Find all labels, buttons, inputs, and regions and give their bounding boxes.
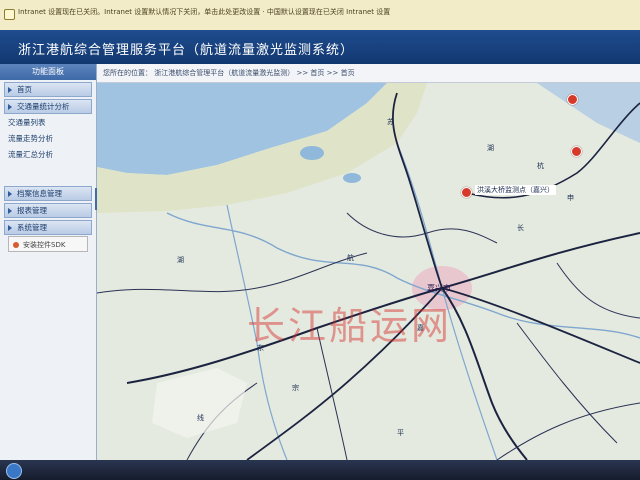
map-label: 平	[397, 429, 404, 437]
monitoring-point-marker[interactable]	[567, 94, 578, 105]
map-label: 航	[347, 254, 354, 262]
taskbar	[0, 460, 640, 480]
sidebar-item-reports[interactable]: 报表管理	[4, 203, 92, 218]
sidebar-item-label: 报表管理	[17, 206, 47, 215]
sidebar-link-summary-analysis[interactable]: 流量汇总分析	[8, 148, 92, 162]
waterway	[441, 287, 528, 460]
waterway	[97, 252, 368, 294]
expand-arrow-icon	[8, 191, 12, 197]
water-area	[537, 83, 640, 143]
map-label: 杭	[537, 162, 544, 170]
breadcrumb: 您所在的位置： 浙江港航综合管理平台（航道流量激光监测） >> 首页 >> 首页	[97, 64, 640, 83]
sidebar-link-traffic-list[interactable]: 交通量列表	[8, 116, 92, 130]
waterway	[516, 322, 618, 444]
map-label: 宗	[292, 384, 299, 392]
sdk-icon	[13, 242, 19, 248]
lake	[300, 146, 324, 160]
map-canvas	[97, 83, 640, 460]
sidebar-item-label: 交通量统计分析	[17, 102, 70, 111]
map-label: 申	[567, 194, 574, 202]
app-header: 浙江港航综合管理服务平台（航道流量激光监测系统）	[0, 30, 640, 64]
city-label: 嘉兴市	[427, 284, 451, 293]
map-label: 湖	[487, 144, 494, 152]
map-label: 湖	[177, 256, 184, 264]
land-patch	[152, 368, 247, 438]
watermark: 长江船运网	[247, 304, 453, 348]
lake	[343, 173, 361, 183]
info-bar-text: Intranet 设置现在已关闭。Intranet 设置默认情况下关闭，单击此处…	[18, 8, 391, 16]
sidebar-item-traffic-stats[interactable]: 交通量统计分析	[4, 99, 92, 114]
expand-arrow-icon	[8, 87, 12, 93]
map-view[interactable]: 洪溪大桥监测点（嘉兴） 嘉兴市 杭 申 嘉 湖 线 苏 东 宗 平 长 航 湖 …	[97, 83, 640, 460]
map-label: 长	[517, 224, 524, 232]
sdk-label: 安装控件SDK	[23, 241, 66, 249]
start-button[interactable]	[6, 463, 22, 479]
sidebar-item-system[interactable]: 系统管理	[4, 220, 92, 235]
map-label: 苏	[387, 118, 394, 126]
info-icon	[4, 9, 15, 20]
app-title: 浙江港航综合管理服务平台（航道流量激光监测系统）	[18, 43, 355, 58]
monitoring-point-marker[interactable]	[571, 146, 582, 157]
sidebar-item-label: 系统管理	[17, 223, 47, 232]
sidebar-link-trend-analysis[interactable]: 流量走势分析	[8, 132, 92, 146]
ie-info-bar[interactable]: Intranet 设置现在已关闭。Intranet 设置默认情况下关闭，单击此处…	[0, 0, 640, 31]
sidebar: 功能面板 首页 交通量统计分析 交通量列表 流量走势分析 流量汇总分析 档案信息…	[0, 64, 97, 460]
browser-screen: Intranet 设置现在已关闭。Intranet 设置默认情况下关闭，单击此处…	[0, 0, 640, 480]
map-label: 线	[197, 414, 204, 422]
waterway	[496, 402, 640, 460]
station-label: 洪溪大桥监测点（嘉兴）	[475, 185, 556, 195]
install-sdk-button[interactable]: 安装控件SDK	[8, 236, 88, 252]
panel-title: 功能面板	[0, 64, 96, 80]
sidebar-item-label: 首页	[17, 85, 32, 94]
waterway	[441, 287, 640, 364]
expand-arrow-icon	[8, 208, 12, 214]
sidebar-item-label: 档案信息管理	[17, 189, 62, 198]
expand-arrow-icon	[8, 225, 12, 231]
sidebar-item-home[interactable]: 首页	[4, 82, 92, 97]
sidebar-item-archive[interactable]: 档案信息管理	[4, 186, 92, 201]
monitoring-point-marker[interactable]	[461, 187, 472, 198]
breadcrumb-text: 您所在的位置： 浙江港航综合管理平台（航道流量激光监测） >> 首页 >> 首页	[103, 69, 355, 77]
expand-arrow-icon	[8, 104, 12, 110]
waterway	[556, 262, 640, 319]
